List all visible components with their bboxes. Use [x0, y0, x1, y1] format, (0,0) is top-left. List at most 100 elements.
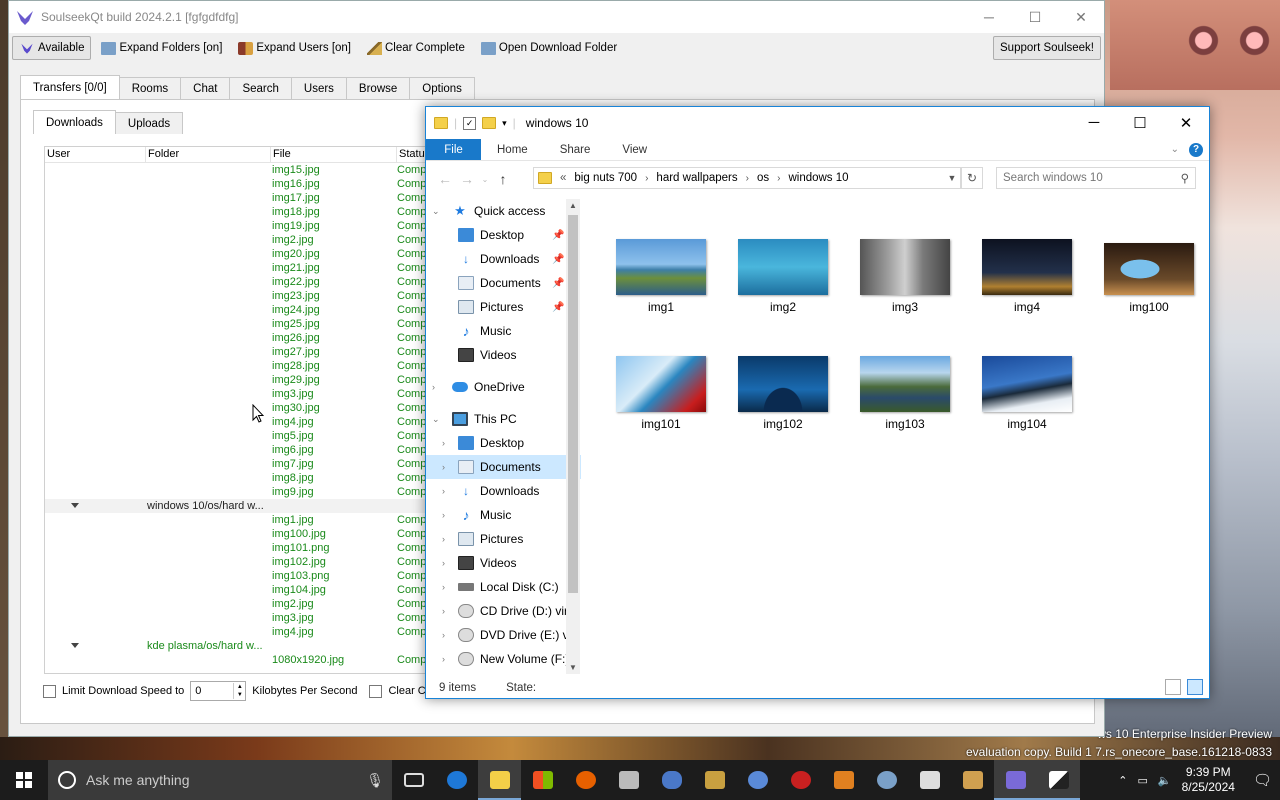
clear-completed-checkbox[interactable]: [369, 684, 383, 698]
search-input[interactable]: Search windows 10 ⚲: [996, 167, 1196, 189]
network-icon[interactable]: ▭: [1137, 774, 1147, 787]
ribbon-home-tab[interactable]: Home: [481, 139, 544, 160]
minimize-button[interactable]: ─: [1071, 114, 1117, 132]
breadcrumb-item[interactable]: os: [757, 172, 769, 184]
tab-options[interactable]: Options: [409, 77, 475, 99]
taskbar-file-explorer[interactable]: [478, 760, 521, 800]
chevron-down-icon[interactable]: ⌄: [432, 414, 440, 425]
nav-item[interactable]: › CD Drive (D:) virt: [426, 599, 581, 623]
scroll-down-icon[interactable]: ▼: [566, 663, 580, 672]
nav-item[interactable]: › Desktop: [426, 431, 581, 455]
ribbon-share-tab[interactable]: Share: [544, 139, 607, 160]
nav-item[interactable]: Desktop 📌: [426, 223, 581, 247]
breadcrumb-separator-icon[interactable]: ›: [777, 173, 780, 184]
column-folder[interactable]: Folder: [146, 147, 271, 162]
column-file[interactable]: File: [271, 147, 397, 162]
file-item[interactable]: img4: [972, 239, 1082, 314]
support-soulseek-button[interactable]: Support Soulseek!: [993, 36, 1101, 60]
scrollbar-thumb[interactable]: [568, 215, 578, 593]
file-item[interactable]: img103: [850, 356, 960, 431]
file-item[interactable]: img2: [728, 239, 838, 314]
column-user[interactable]: User: [45, 147, 146, 162]
chevron-down-icon[interactable]: ▼: [944, 173, 960, 183]
address-bar[interactable]: « big nuts 700 › hard wallpapers › os › …: [533, 167, 961, 189]
tab-transfers[interactable]: Transfers [0/0]: [20, 75, 120, 99]
tab-chat[interactable]: Chat: [180, 77, 231, 99]
tab-downloads[interactable]: Downloads: [33, 110, 116, 134]
chevron-right-icon[interactable]: ›: [442, 462, 445, 472]
nav-item[interactable]: Videos: [426, 343, 581, 367]
taskbar-store[interactable]: [521, 760, 564, 800]
taskbar-edge[interactable]: [435, 760, 478, 800]
properties-icon[interactable]: ✓: [463, 116, 477, 130]
breadcrumb-separator-icon[interactable]: ›: [746, 173, 749, 184]
expand-users-button[interactable]: Expand Users [on]: [232, 36, 357, 60]
notifications-icon[interactable]: 🗨: [1253, 771, 1272, 789]
nav-scrollbar[interactable]: ▲ ▼: [566, 199, 580, 674]
chevron-right-icon[interactable]: ›: [442, 486, 445, 496]
tab-rooms[interactable]: Rooms: [118, 77, 182, 99]
start-button[interactable]: [0, 760, 48, 800]
taskbar-app-upnp[interactable]: [736, 760, 779, 800]
chevron-right-icon[interactable]: ›: [442, 534, 445, 544]
expand-folders-button[interactable]: Expand Folders [on]: [95, 36, 228, 60]
breadcrumb-item[interactable]: big nuts 700: [574, 172, 637, 184]
nav-item[interactable]: › New Volume (F:): [426, 647, 581, 671]
scroll-up-icon[interactable]: ▲: [566, 201, 580, 210]
tab-browse[interactable]: Browse: [345, 77, 411, 99]
available-button[interactable]: Available: [12, 36, 92, 60]
taskbar-firefox[interactable]: [564, 760, 607, 800]
ribbon-view-tab[interactable]: View: [606, 139, 663, 160]
chevron-right-icon[interactable]: ›: [442, 438, 445, 448]
nav-item[interactable]: ↓ Downloads 📌: [426, 247, 581, 271]
taskbar-app-grid[interactable]: [607, 760, 650, 800]
file-item[interactable]: img104: [972, 356, 1082, 431]
customize-qat-icon[interactable]: ▾: [502, 118, 507, 129]
chevron-right-icon[interactable]: ›: [442, 606, 445, 616]
new-folder-icon[interactable]: [482, 117, 497, 129]
help-icon[interactable]: ?: [1189, 142, 1203, 157]
pin-icon[interactable]: 📌: [552, 302, 564, 313]
spin-arrows-icon[interactable]: ▲ ▼: [233, 683, 245, 699]
details-view-icon[interactable]: [1165, 679, 1181, 695]
taskbar-app-globe[interactable]: [865, 760, 908, 800]
large-icons-view-icon[interactable]: [1187, 679, 1203, 695]
nav-item[interactable]: › ↓ Downloads: [426, 479, 581, 503]
nav-item[interactable]: › Videos: [426, 551, 581, 575]
close-button[interactable]: ✕: [1163, 114, 1209, 132]
clear-complete-button[interactable]: Clear Complete: [361, 36, 471, 60]
nav-item[interactable]: › DVD Drive (E:) vi: [426, 623, 581, 647]
nav-item[interactable]: › Local Disk (C:): [426, 575, 581, 599]
taskbar-app-red[interactable]: [779, 760, 822, 800]
volume-icon[interactable]: 🔈: [1158, 774, 1172, 787]
close-button[interactable]: ✕: [1058, 9, 1104, 26]
forward-icon[interactable]: →: [456, 171, 478, 187]
nav-item[interactable]: › ♪ Music: [426, 503, 581, 527]
limit-speed-checkbox[interactable]: [43, 684, 56, 698]
chevron-right-icon[interactable]: ›: [442, 510, 445, 520]
maximize-button[interactable]: ☐: [1012, 9, 1058, 26]
collapse-arrow-icon[interactable]: [71, 643, 79, 648]
refresh-icon[interactable]: ↻: [961, 167, 983, 189]
taskbar-app-window[interactable]: [908, 760, 951, 800]
open-download-folder-button[interactable]: Open Download Folder: [475, 36, 623, 60]
ribbon-file-tab[interactable]: File: [426, 139, 481, 160]
chevron-right-icon[interactable]: ›: [442, 654, 445, 664]
nav-onedrive[interactable]: › OneDrive: [426, 375, 581, 399]
tab-uploads[interactable]: Uploads: [114, 112, 184, 134]
file-item[interactable]: img101: [606, 356, 716, 431]
file-item[interactable]: img3: [850, 239, 960, 314]
nav-item[interactable]: › Documents: [426, 455, 581, 479]
breadcrumb-separator-icon[interactable]: ›: [645, 173, 648, 184]
back-icon[interactable]: ←: [434, 171, 456, 187]
breadcrumb-item[interactable]: windows 10: [788, 172, 848, 184]
chevron-right-icon[interactable]: ›: [442, 558, 445, 568]
pin-icon[interactable]: 📌: [552, 254, 564, 265]
speed-limit-spinbox[interactable]: 0 ▲ ▼: [190, 681, 247, 701]
minimize-button[interactable]: ─: [966, 9, 1012, 26]
file-item[interactable]: img100: [1094, 239, 1204, 314]
file-item[interactable]: img102: [728, 356, 838, 431]
tab-search[interactable]: Search: [229, 77, 292, 99]
breadcrumb-item[interactable]: hard wallpapers: [656, 172, 737, 184]
nav-item[interactable]: ♪ Music: [426, 319, 581, 343]
